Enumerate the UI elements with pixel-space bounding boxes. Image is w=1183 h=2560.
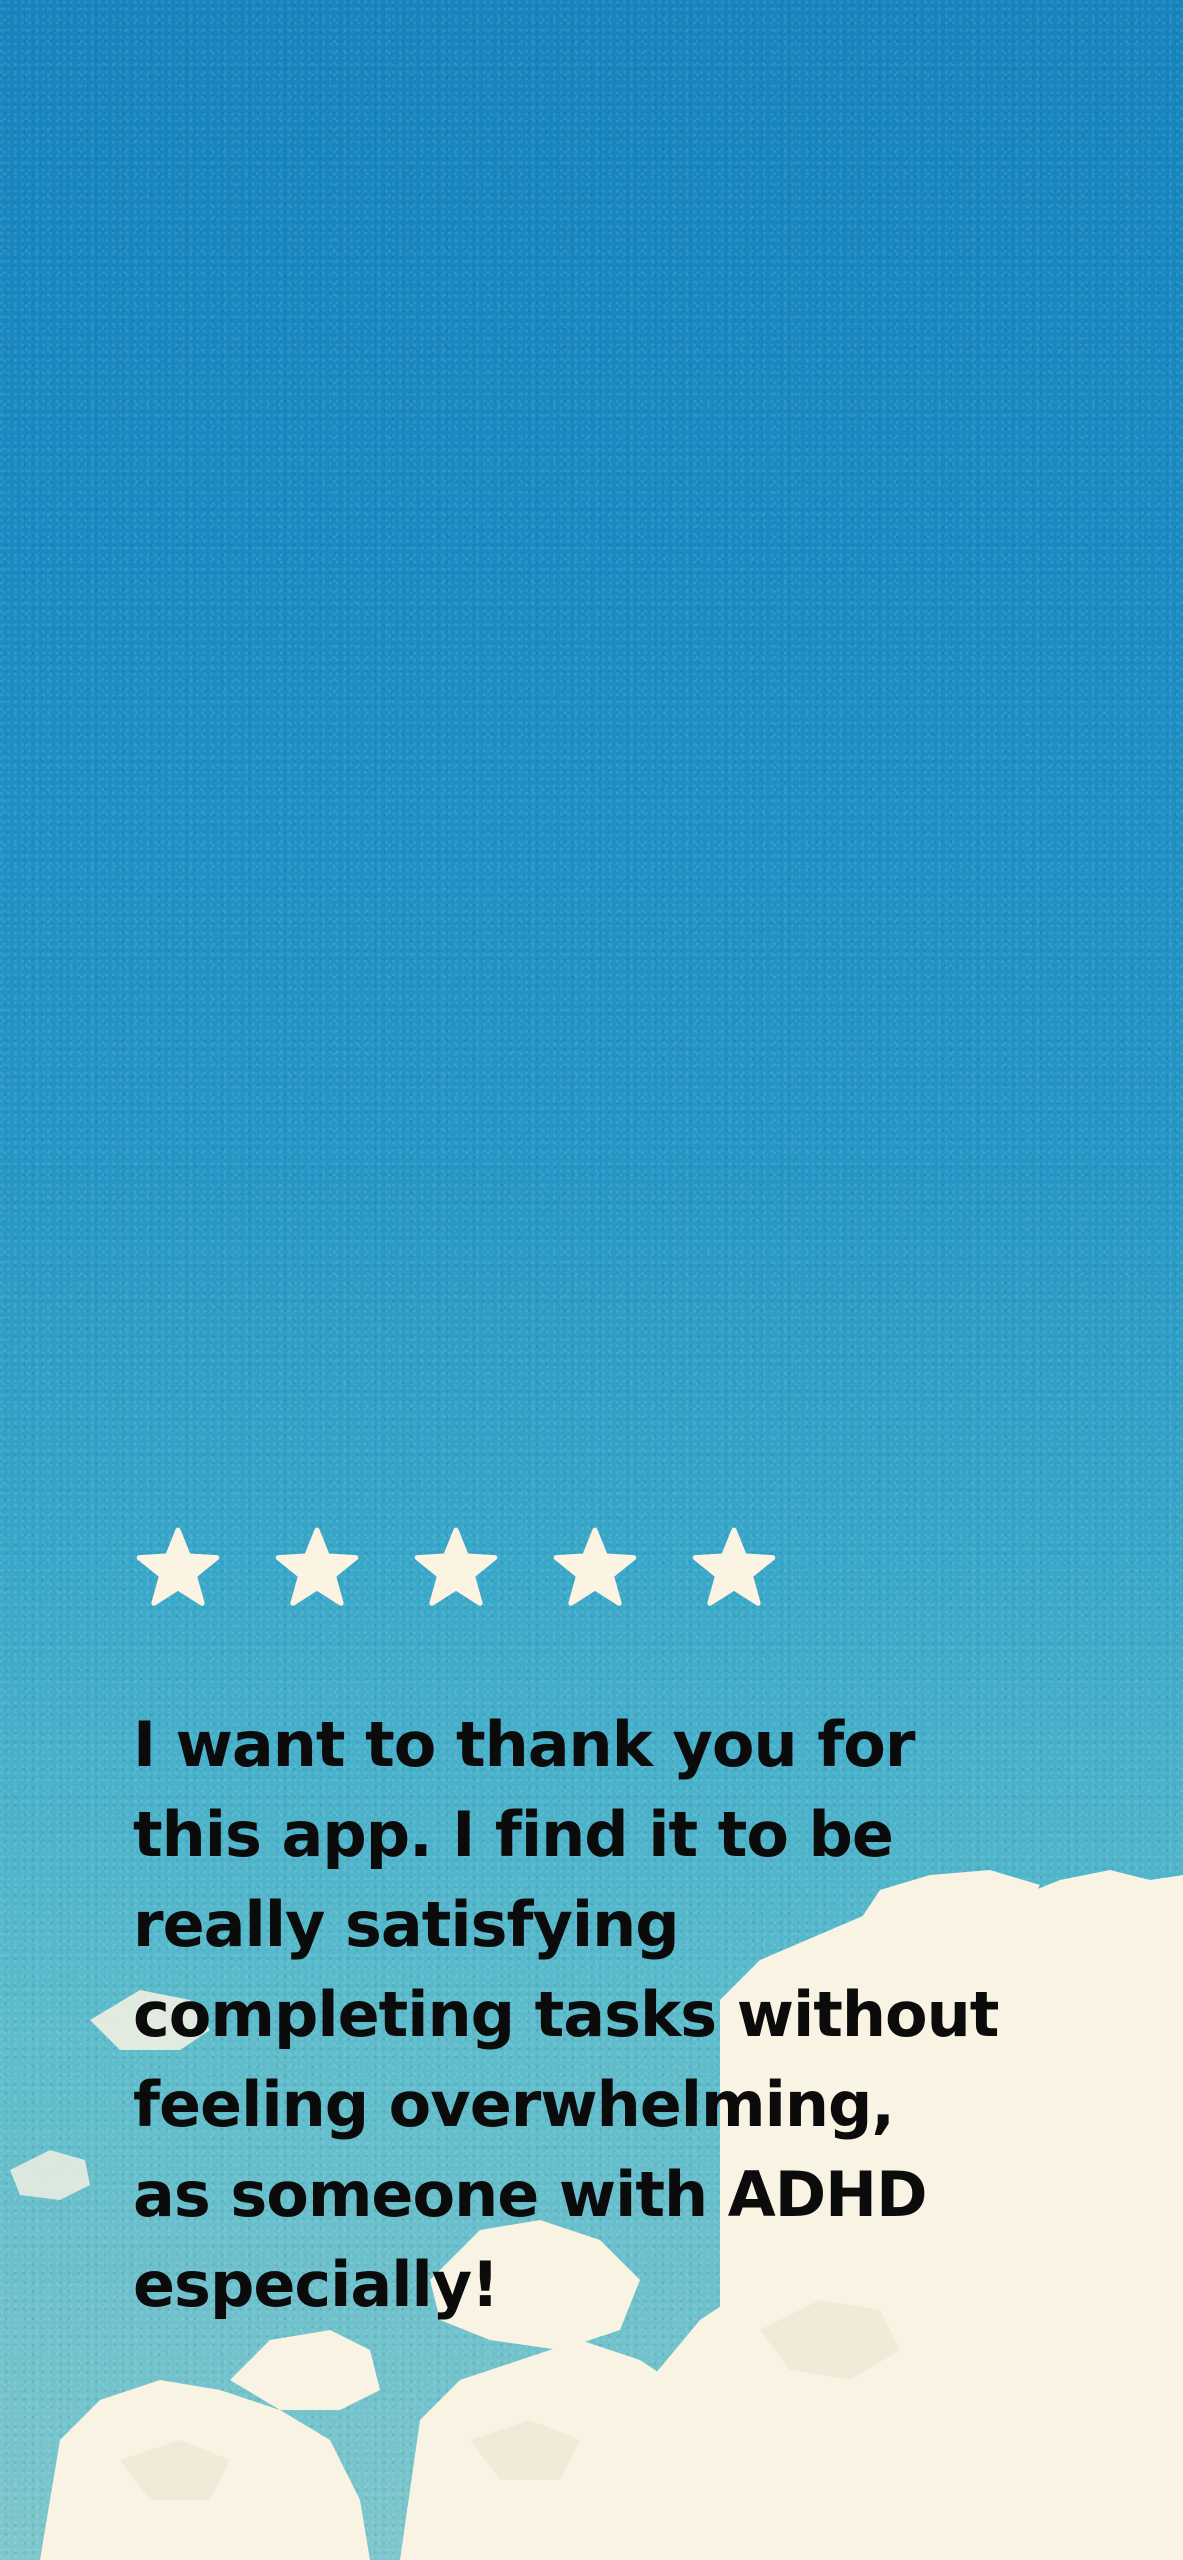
star-icon (275, 1527, 359, 1606)
star-icon (414, 1527, 498, 1606)
review-text: I want to thank you for this app. I find… (133, 1708, 999, 2321)
star-icon (136, 1527, 220, 1606)
star-icon (692, 1527, 776, 1606)
star-icon (553, 1527, 637, 1606)
star-rating (135, 1525, 795, 1615)
